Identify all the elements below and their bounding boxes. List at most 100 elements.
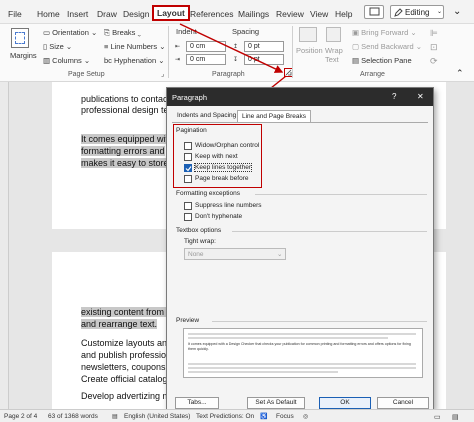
comment-icon [369, 7, 380, 16]
word-count[interactable]: 63 of 1368 words [48, 413, 98, 420]
spacing-after-input[interactable]: 0 pt [244, 54, 284, 65]
orientation-label: Orientation [52, 28, 89, 37]
menu-design[interactable]: Design [123, 9, 149, 19]
menu-references[interactable]: References [190, 9, 233, 19]
doc-line-selected: It comes equipped with [81, 134, 174, 144]
doc-line: and publish profession [81, 350, 172, 360]
keep-lines-together-checkbox[interactable] [184, 164, 192, 172]
rotate-icon[interactable]: ⟳ [430, 56, 438, 67]
cancel-button[interactable]: Cancel [377, 397, 429, 409]
dont-hyphenate-checkbox[interactable] [184, 213, 192, 221]
suppress-line-numbers-label: Suppress line numbers [195, 202, 262, 209]
wrap-text-icon[interactable] [326, 27, 341, 42]
menu-insert[interactable]: Insert [67, 9, 88, 19]
keep-with-next-checkbox[interactable] [184, 153, 192, 161]
spacing-after-value: 0 pt [248, 56, 260, 63]
preview-line [188, 337, 388, 339]
size-button[interactable]: ▯ Size ⌄ [43, 42, 72, 51]
accessibility-icon[interactable]: ♿ [260, 413, 267, 420]
comments-button[interactable] [364, 5, 384, 19]
group-icon[interactable]: ⊡ [430, 42, 438, 53]
align-icon[interactable]: ⊫ [430, 28, 438, 39]
bring-forward-button[interactable]: ▣ Bring Forward ⌄ [352, 28, 417, 37]
tight-wrap-select[interactable]: None ⌄ [184, 248, 286, 260]
margins-icon[interactable] [11, 28, 29, 48]
ribbon-collapse-icon[interactable]: ⌄ [453, 6, 461, 17]
indent-left-input[interactable]: 0 cm [186, 41, 226, 52]
read-mode-icon[interactable]: ▭ [434, 413, 441, 421]
preview-line [188, 363, 416, 365]
selection-pane-button[interactable]: ▤ Selection Pane [352, 56, 412, 65]
widow-orphan-label: Widow/Orphan control [195, 142, 260, 149]
doc-line: Develop advertizing ma [81, 391, 176, 401]
spacing-before-icon: ↥ [233, 44, 239, 50]
tab-indents-and-spacing[interactable]: Indents and Spacing [173, 110, 240, 122]
textbox-options-label: Textbox options [176, 227, 222, 234]
arrange-group-label: Arrange [360, 71, 385, 78]
collapse-ribbon-icon[interactable]: ⌃ [456, 68, 464, 79]
menu-layout[interactable]: Layout [152, 5, 190, 21]
columns-button[interactable]: ▥ Columns ⌄ [43, 56, 90, 65]
menu-view[interactable]: View [310, 9, 328, 19]
doc-line-selected: formatting errors and [81, 146, 165, 156]
tab-divider [172, 122, 428, 123]
menu-mailings[interactable]: Mailings [238, 9, 269, 19]
page-setup-launcher-icon[interactable]: ⌟ [161, 70, 164, 78]
margins-button[interactable]: Margins [10, 51, 37, 60]
tight-wrap-value: None [188, 251, 204, 258]
menu-home[interactable]: Home [37, 9, 60, 19]
position-icon[interactable] [299, 27, 317, 42]
dont-hyphenate-label: Don't hyphenate [195, 213, 243, 220]
spacing-after-icon: ↧ [233, 57, 239, 63]
menu-review[interactable]: Review [276, 9, 304, 19]
doc-line: newsletters, coupons, [81, 362, 169, 372]
preview-line [188, 371, 338, 373]
selection-pane-label: Selection Pane [361, 56, 412, 65]
proofing-icon[interactable]: ▤ [112, 413, 118, 420]
close-icon[interactable]: ✕ [417, 92, 424, 101]
spacing-label: Spacing [232, 27, 260, 36]
send-backward-label: Send Backward [361, 42, 414, 51]
page-count[interactable]: Page 2 of 4 [4, 413, 37, 420]
doc-line-selected: existing content from o [81, 307, 172, 317]
formatting-exceptions-label: Formatting exceptions [176, 190, 240, 197]
chevron-down-icon: ⌄ [277, 251, 283, 258]
tab-line-and-page-breaks[interactable]: Line and Page Breaks [237, 110, 311, 122]
suppress-line-numbers-checkbox[interactable] [184, 202, 192, 210]
position-button[interactable]: Position [296, 46, 323, 55]
preview-text: It comes equipped with a Design Checker … [188, 342, 411, 351]
send-backward-button[interactable]: ▢ Send Backward ⌄ [352, 42, 422, 51]
orientation-button[interactable]: ▭ Orientation ⌄ [43, 28, 97, 37]
focus-button[interactable]: Focus [276, 413, 294, 420]
wrap-text-button[interactable]: Wrap Text [325, 46, 349, 64]
help-icon[interactable]: ? [392, 92, 396, 101]
ok-button[interactable]: OK [319, 397, 371, 409]
spacing-before-input[interactable]: 0 pt [244, 41, 284, 52]
menu-help[interactable]: Help [335, 9, 352, 19]
size-label: Size [49, 42, 64, 51]
text-predictions-status[interactable]: Text Predictions: On [196, 413, 254, 420]
dialog-title-bar[interactable]: Paragraph ? ✕ [167, 88, 433, 106]
vertical-ruler [0, 82, 9, 409]
language-status[interactable]: English (United States) [124, 413, 190, 420]
focus-icon: ◎ [303, 414, 309, 420]
line-numbers-button[interactable]: ≡ Line Numbers ⌄ [104, 42, 166, 51]
keep-lines-together-label: Keep lines together [193, 163, 253, 172]
widow-orphan-checkbox[interactable] [184, 142, 192, 150]
page-break-before-checkbox[interactable] [184, 175, 192, 183]
dialog-launcher-icon [285, 69, 292, 76]
section-divider [212, 321, 427, 322]
indent-left-icon: ⇤ [175, 44, 181, 50]
menu-file[interactable]: File [8, 9, 22, 19]
tabs-button[interactable]: Tabs... [175, 397, 219, 409]
indent-right-input[interactable]: 0 cm [186, 54, 226, 65]
preview-box: It comes equipped with a Design Checker … [183, 328, 423, 378]
editing-mode-button[interactable]: Editing ⌄ [390, 5, 444, 19]
set-as-default-button[interactable]: Set As Default [247, 397, 305, 409]
hyphenation-button[interactable]: bc Hyphenation ⌄ [104, 56, 165, 65]
print-layout-icon[interactable]: ▤ [452, 413, 459, 421]
preview-label: Preview [176, 317, 200, 324]
menu-draw[interactable]: Draw [97, 9, 117, 19]
ribbon-separator [292, 26, 293, 78]
breaks-button[interactable]: ⎘ Breaks ⌄ [104, 28, 141, 38]
